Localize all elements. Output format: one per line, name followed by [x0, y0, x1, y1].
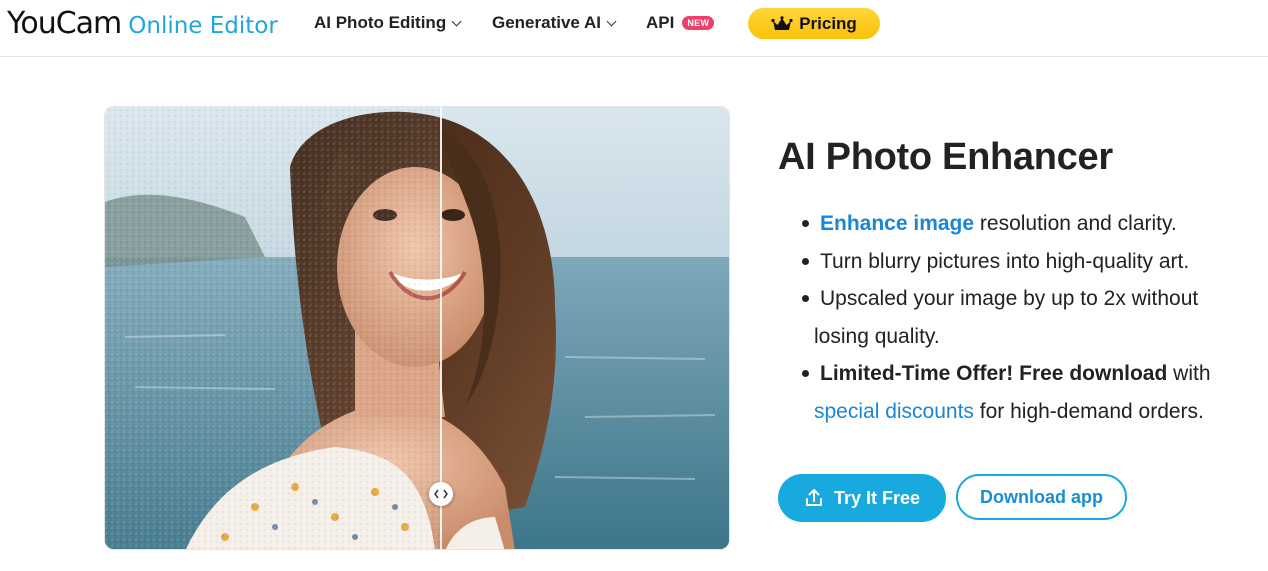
- chevron-down-icon: [606, 16, 617, 26]
- nav-ai-photo-editing[interactable]: AI Photo Editing: [314, 0, 462, 46]
- try-it-free-label: Try It Free: [833, 487, 921, 508]
- feature-list: Enhance image resolution and clarity. Tu…: [802, 205, 1262, 430]
- list-item: Limited-Time Offer! Free download with s…: [802, 355, 1262, 430]
- logo-subtitle: Online Editor: [128, 13, 278, 39]
- download-app-label: Download app: [980, 486, 1103, 507]
- list-item: Enhance image resolution and clarity.: [802, 205, 1262, 243]
- special-discounts-link[interactable]: special discounts: [814, 400, 974, 423]
- compare-arrows-icon[interactable]: [429, 482, 453, 506]
- list-item: Turn blurry pictures into high-quality a…: [802, 243, 1262, 281]
- bullet-text-continued: losing quality.: [814, 324, 940, 348]
- portrait-photo: [105, 107, 729, 549]
- bullet-text-continued: special discounts for high-demand orders…: [814, 393, 1262, 431]
- pricing-button[interactable]: Pricing: [748, 8, 880, 39]
- upload-icon: [804, 488, 824, 508]
- new-badge: NEW: [682, 16, 715, 30]
- top-navigation-bar: YouCam Online Editor AI Photo Editing Ge…: [0, 0, 1268, 57]
- try-it-free-button[interactable]: Try It Free: [778, 474, 946, 522]
- nav-api[interactable]: API NEW: [646, 0, 715, 46]
- offer-text: Limited-Time Offer! Free download: [820, 362, 1168, 385]
- bullet-text: for high-demand orders.: [973, 399, 1204, 423]
- page-title: AI Photo Enhancer: [778, 136, 1113, 178]
- enhance-image-link[interactable]: Enhance image: [820, 212, 974, 235]
- bullet-text: with: [1167, 362, 1211, 385]
- crown-icon: [771, 15, 793, 32]
- chevron-down-icon: [451, 16, 462, 26]
- nav-api-label: API: [646, 13, 675, 32]
- youcam-logo[interactable]: YouCam Online Editor: [7, 6, 278, 41]
- bullet-text: resolution and clarity.: [974, 212, 1177, 235]
- before-after-comparison[interactable]: [104, 106, 730, 550]
- bullet-text: Turn blurry pictures into high-quality a…: [820, 249, 1190, 273]
- nav-ai-photo-editing-label: AI Photo Editing: [314, 13, 447, 32]
- bullet-text: Upscaled your image by up to 2x without: [820, 287, 1199, 310]
- download-app-button[interactable]: Download app: [956, 474, 1127, 520]
- pricing-label: Pricing: [799, 13, 857, 33]
- list-item: Upscaled your image by up to 2x without …: [802, 280, 1262, 355]
- logo-wordmark: YouCam: [7, 6, 122, 41]
- nav-generative-ai[interactable]: Generative AI: [492, 0, 617, 46]
- nav-generative-ai-label: Generative AI: [492, 13, 601, 32]
